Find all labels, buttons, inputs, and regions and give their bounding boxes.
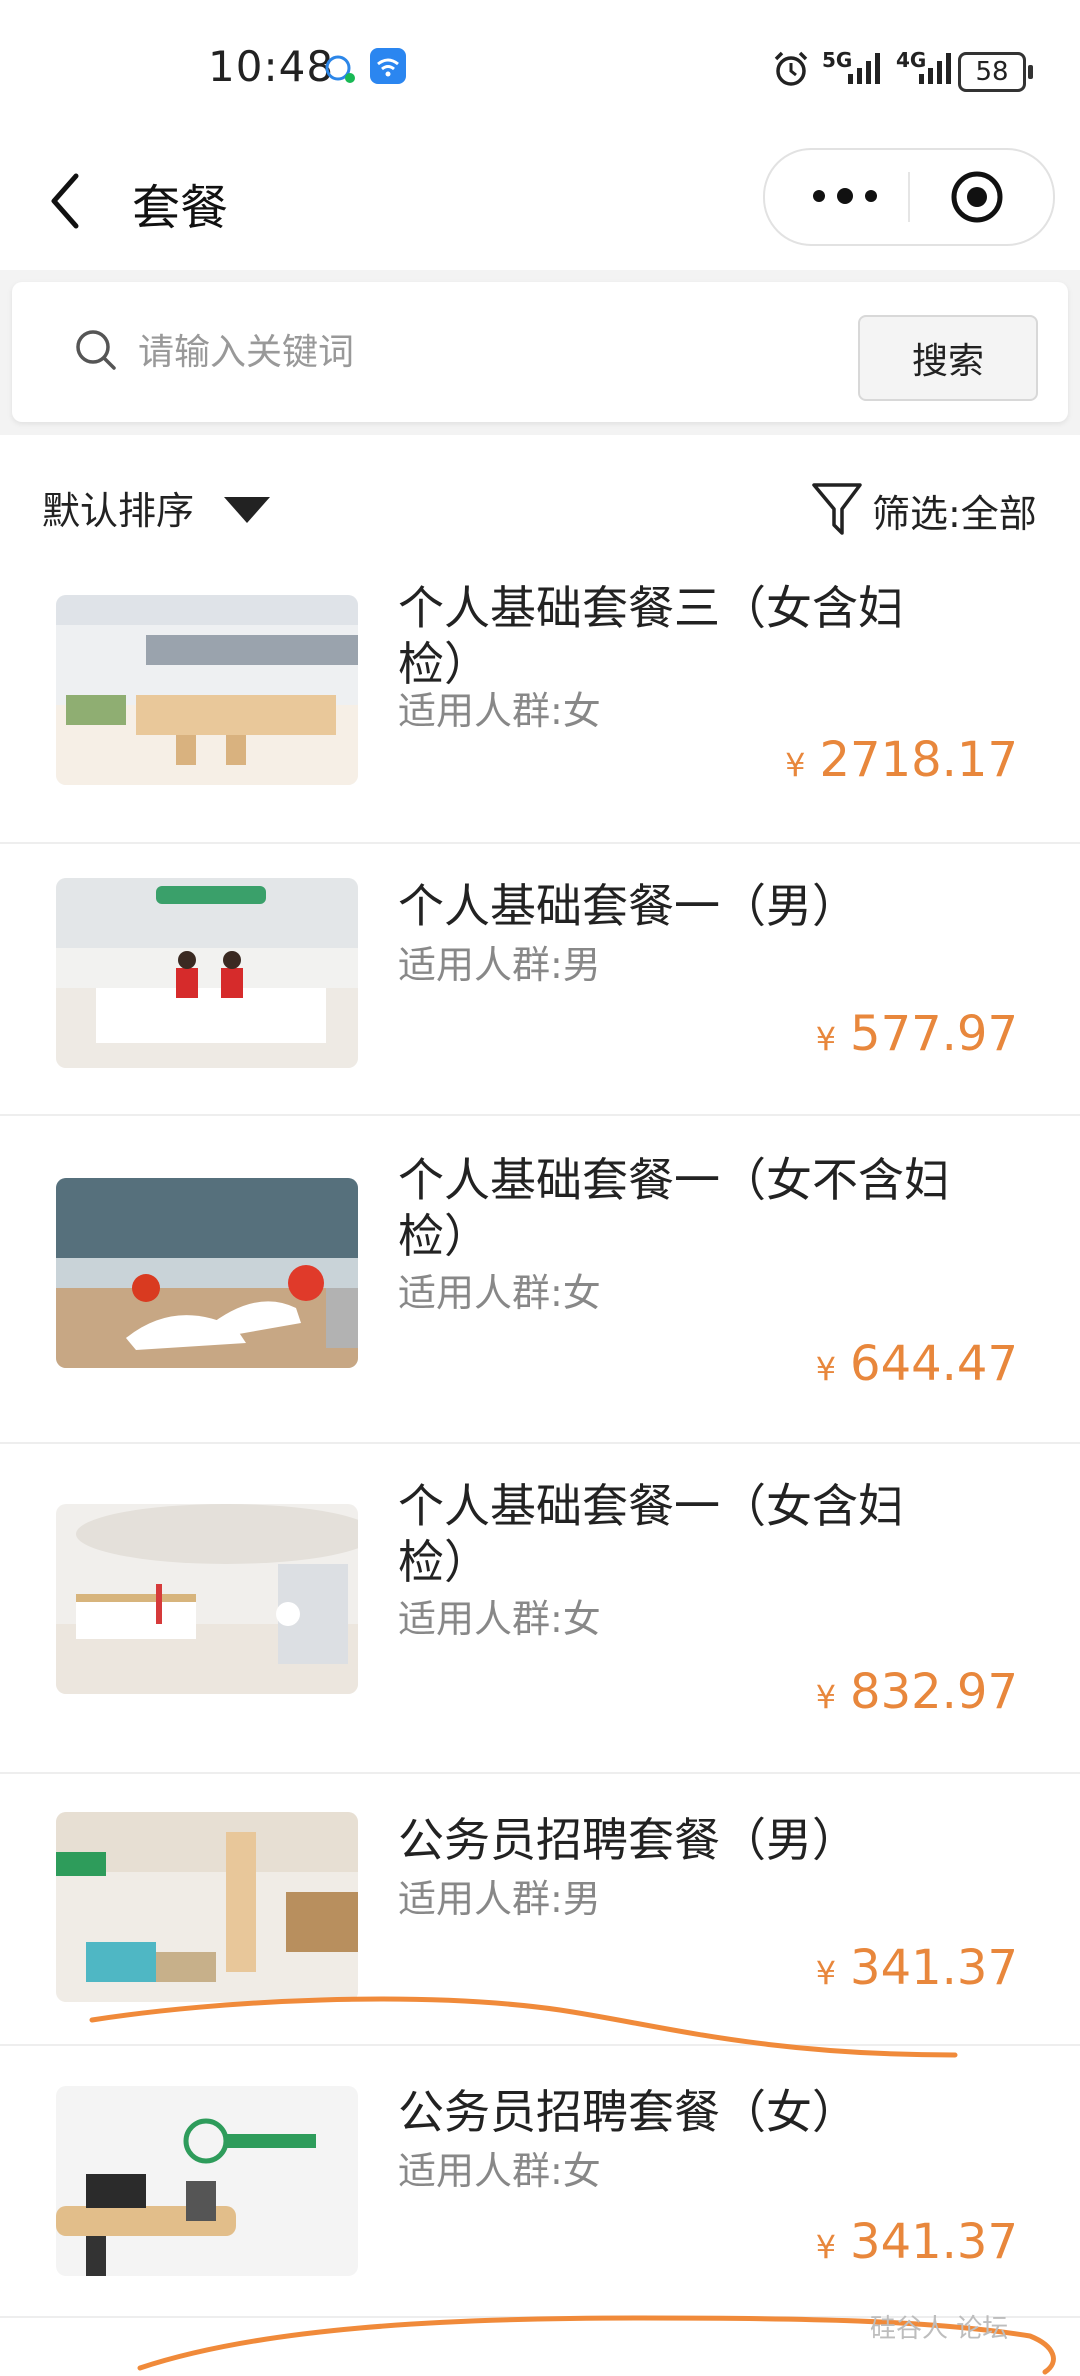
capsule-divider <box>908 172 910 222</box>
package-title: 个人基础套餐一（女含妇 检） <box>398 1478 998 1590</box>
price-value: 341.37 <box>850 1940 1018 1996</box>
package-title: 公务员招聘套餐（女） <box>398 2084 998 2140</box>
package-target-group: 适用人群:男 <box>398 1877 601 1921</box>
package-target-group: 适用人群:女 <box>398 2149 601 2193</box>
miniprogram-capsule <box>763 148 1055 246</box>
package-title: 公务员招聘套餐（男） <box>398 1812 998 1868</box>
signal-4g-icon <box>919 53 951 84</box>
currency-symbol: ¥ <box>815 1954 837 1992</box>
package-title-line1: 个人基础套餐一（男） <box>398 879 858 933</box>
package-list-item[interactable]: 个人基础套餐一（女不含妇 检） 适用人群:女 ¥644.47 <box>0 1114 1080 1444</box>
package-price: ¥2718.17 <box>785 732 1018 788</box>
search-card: 搜索 <box>12 282 1068 422</box>
filter-label[interactable]: 筛选:全部 <box>872 483 1037 538</box>
battery-indicator: 58 <box>958 52 1033 92</box>
package-list-item[interactable]: 公务员招聘套餐（男） 适用人群:男 ¥341.37 <box>0 1772 1080 2046</box>
package-title: 个人基础套餐三（女含妇 检） <box>398 580 998 692</box>
package-title-line1: 个人基础套餐一（女不含妇 <box>398 1153 950 1207</box>
package-price: ¥341.37 <box>816 2214 1018 2270</box>
package-list-item[interactable]: 个人基础套餐一（女含妇 检） 适用人群:女 ¥832.97 <box>0 1442 1080 1774</box>
package-title-line2: 检） <box>398 1209 490 1263</box>
page-title: 套餐 <box>132 180 229 236</box>
package-title-line1: 个人基础套餐三（女含妇 <box>398 581 904 635</box>
price-value: 577.97 <box>850 1006 1018 1062</box>
close-miniprogram-icon[interactable] <box>949 169 1005 225</box>
more-options-icon[interactable] <box>805 168 885 224</box>
package-thumbnail <box>56 1812 358 2002</box>
package-target-group: 适用人群:女 <box>398 1271 601 1315</box>
caret-down-icon[interactable] <box>222 495 272 525</box>
wifi-app-icon <box>370 48 406 84</box>
status-time: 10:48 <box>208 42 335 91</box>
package-target-group: 适用人群:女 <box>398 689 601 733</box>
search-icon <box>76 330 116 370</box>
package-title: 个人基础套餐一（男） <box>398 878 998 934</box>
status-bar: 10:48 5G 4G 58 <box>0 0 1080 140</box>
package-price: ¥341.37 <box>816 1940 1018 1996</box>
search-button[interactable]: 搜索 <box>858 315 1038 401</box>
package-thumbnail <box>56 595 358 785</box>
package-thumbnail <box>56 878 358 1068</box>
search-input[interactable] <box>136 318 840 386</box>
currency-symbol: ¥ <box>785 746 806 784</box>
watermark: 硅谷人 论坛 <box>870 2314 1009 2344</box>
signal-5g-icon <box>848 53 880 84</box>
price-value: 644.47 <box>850 1336 1018 1392</box>
sort-dropdown-label[interactable]: 默认排序 <box>42 480 194 535</box>
package-list-item[interactable]: 个人基础套餐一（男） 适用人群:男 ¥577.97 <box>0 842 1080 1116</box>
package-thumbnail <box>56 2086 358 2276</box>
currency-symbol: ¥ <box>815 2228 837 2266</box>
package-title-line1: 公务员招聘套餐（男） <box>398 1813 858 1867</box>
package-title-line2: 检） <box>398 1535 490 1589</box>
back-arrow-icon[interactable] <box>44 166 84 236</box>
nav-bar: 套餐 <box>0 140 1080 270</box>
package-price: ¥644.47 <box>816 1336 1018 1392</box>
currency-symbol: ¥ <box>815 1678 837 1716</box>
package-title-line1: 公务员招聘套餐（女） <box>398 2085 858 2139</box>
message-notification-icon <box>325 55 355 83</box>
filter-funnel-icon[interactable] <box>810 479 864 539</box>
package-price: ¥577.97 <box>816 1006 1018 1062</box>
package-target-group: 适用人群:女 <box>398 1597 601 1641</box>
package-list-item[interactable]: 公务员招聘套餐（女） 适用人群:女 ¥341.37 <box>0 2044 1080 2318</box>
package-list-item[interactable]: 个人基础套餐三（女含妇 检） 适用人群:女 ¥2718.17 <box>0 580 1080 844</box>
sort-filter-bar: 默认排序 筛选:全部 <box>0 435 1080 581</box>
search-area: 搜索 <box>0 270 1080 435</box>
currency-symbol: ¥ <box>815 1350 837 1388</box>
price-value: 341.37 <box>850 2214 1018 2270</box>
package-list: 个人基础套餐三（女含妇 检） 适用人群:女 ¥2718.17 个人基础套餐一（男… <box>0 580 1080 2376</box>
price-value: 2718.17 <box>819 732 1019 788</box>
package-price: ¥832.97 <box>816 1664 1018 1720</box>
package-title-line1: 个人基础套餐一（女含妇 <box>398 1479 904 1533</box>
package-thumbnail <box>56 1504 358 1694</box>
alarm-icon <box>774 51 808 86</box>
currency-symbol: ¥ <box>815 1020 837 1058</box>
package-title: 个人基础套餐一（女不含妇 检） <box>398 1152 998 1264</box>
price-value: 832.97 <box>850 1664 1018 1720</box>
package-target-group: 适用人群:男 <box>398 943 601 987</box>
package-thumbnail <box>56 1178 358 1368</box>
